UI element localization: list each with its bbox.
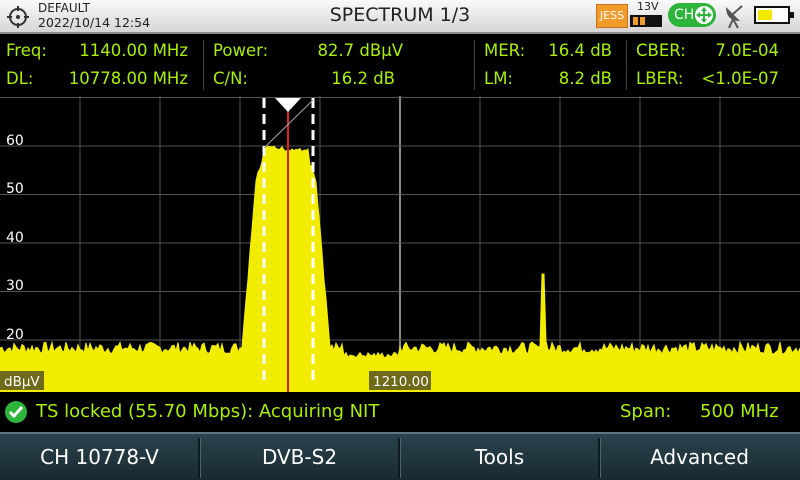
ch-badge[interactable]: CH <box>668 3 716 27</box>
freq-value: 1140.00 MHz <box>79 41 188 60</box>
satellite-dish-icon <box>726 5 743 29</box>
measurement-panel: Freq: 1140.00 MHz DL: 10778.00 MHz Power… <box>0 34 800 96</box>
cn-value: 16.2 dB <box>331 69 395 88</box>
lber-label: LBER: <box>636 69 684 88</box>
title-bar: DEFAULT 2022/10/14 12:54 SPECTRUM 1/3 JE… <box>0 0 800 34</box>
lm-label: LM: <box>484 69 513 88</box>
lnb-voltage: 13V <box>637 0 659 13</box>
battery-icon <box>754 6 794 24</box>
status-message: TS locked (55.70 Mbps): Acquiring NIT <box>36 401 380 422</box>
measurement-divider <box>203 40 204 90</box>
cn-label: C/N: <box>213 69 248 88</box>
lber-value: <1.0E-07 <box>701 69 779 88</box>
tools-button[interactable]: Tools <box>400 434 599 480</box>
dl-label: DL: <box>6 69 34 88</box>
advanced-button[interactable]: Advanced <box>600 434 799 480</box>
measurement-divider <box>474 40 475 90</box>
y-tick-40: 40 <box>6 230 24 246</box>
measurement-divider <box>626 40 627 90</box>
y-tick-60: 60 <box>6 133 24 149</box>
status-line: TS locked (55.70 Mbps): Acquiring NIT Sp… <box>0 394 800 430</box>
cber-value: 7.0E-04 <box>715 41 779 60</box>
y-tick-50: 50 <box>6 181 24 197</box>
center-freq-label: 1210.00 <box>373 374 429 390</box>
unit-label: dBµV <box>4 374 40 390</box>
dl-value: 10778.00 MHz <box>68 69 188 88</box>
ch-badge-label: CH <box>674 7 695 23</box>
jess-badge: JESS <box>596 4 628 28</box>
cber-label: CBER: <box>636 41 686 60</box>
voltage-bars <box>630 15 662 27</box>
span-label: Span: <box>620 401 672 422</box>
span-value: 500 MHz <box>700 401 779 422</box>
freq-label: Freq: <box>6 41 47 60</box>
power-label: Power: <box>213 41 269 60</box>
standard-button[interactable]: DVB-S2 <box>200 434 399 480</box>
spectrum-plot[interactable]: 60 50 40 30 20 dBµV 1210.00 <box>0 96 800 392</box>
channel-button[interactable]: CH 10778-V <box>0 434 199 480</box>
softkey-bar: CH 10778-V DVB-S2 Tools Advanced <box>0 432 800 480</box>
check-circle-icon <box>5 401 27 423</box>
move-arrows-icon <box>695 6 713 24</box>
y-tick-20: 20 <box>6 327 24 343</box>
mer-value: 16.4 dB <box>548 41 612 60</box>
y-tick-30: 30 <box>6 278 24 294</box>
lm-value: 8.2 dB <box>558 69 612 88</box>
mer-label: MER: <box>484 41 526 60</box>
power-value: 82.7 dBµV <box>317 41 403 60</box>
